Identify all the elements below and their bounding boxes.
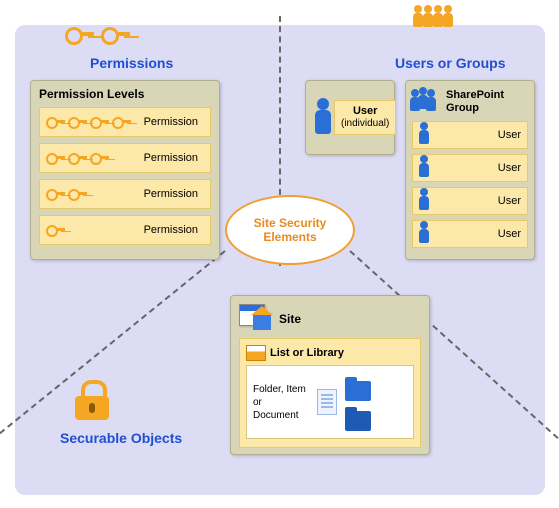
people-group-icon bbox=[412, 87, 446, 117]
folder-icon bbox=[345, 411, 371, 431]
list-icon bbox=[246, 345, 266, 361]
user-textbox: User (individual) bbox=[334, 100, 396, 135]
person-icon bbox=[417, 155, 431, 181]
permission-levels-title: Permission Levels bbox=[39, 87, 211, 101]
key-icon bbox=[46, 116, 132, 128]
folder-icon bbox=[345, 381, 371, 401]
user-title: User bbox=[341, 105, 389, 118]
folder-label: Folder, Item or Document bbox=[253, 383, 309, 422]
group-user-row: User bbox=[412, 220, 528, 248]
user-label: User bbox=[498, 195, 521, 207]
key-icon bbox=[46, 188, 88, 200]
folder-item-box: Folder, Item or Document bbox=[246, 365, 414, 439]
person-icon bbox=[417, 221, 431, 247]
permission-row: Permission bbox=[39, 143, 211, 173]
people-group-icon bbox=[415, 5, 455, 31]
permission-label: Permission bbox=[144, 152, 204, 164]
group-user-row: User bbox=[412, 154, 528, 182]
permissions-title: Permissions bbox=[90, 55, 173, 71]
site-icon bbox=[239, 304, 273, 334]
sharepoint-group-panel: SharePoint Group User User User User bbox=[405, 80, 535, 260]
key-icon bbox=[46, 152, 110, 164]
permission-label: Permission bbox=[144, 224, 204, 236]
lock-icon bbox=[75, 380, 109, 420]
permission-row: Permission bbox=[39, 215, 211, 245]
permission-label: Permission bbox=[144, 188, 204, 200]
group-user-row: User bbox=[412, 187, 528, 215]
person-icon bbox=[417, 188, 431, 214]
person-icon bbox=[312, 98, 334, 138]
list-or-library-box: List or Library Folder, Item or Document bbox=[239, 338, 421, 448]
user-label: User bbox=[498, 228, 521, 240]
person-icon bbox=[417, 122, 431, 148]
document-icon bbox=[317, 389, 337, 415]
center-label: Site Security Elements bbox=[227, 216, 353, 245]
securable-objects-title: Securable Objects bbox=[60, 430, 182, 446]
permission-row: Permission bbox=[39, 179, 211, 209]
user-subtitle: (individual) bbox=[341, 118, 389, 129]
site-label: Site bbox=[279, 304, 301, 326]
keys-icon bbox=[65, 25, 131, 43]
list-label: List or Library bbox=[270, 347, 344, 359]
site-panel: Site List or Library Folder, Item or Doc… bbox=[230, 295, 430, 455]
key-icon bbox=[46, 224, 66, 236]
center-oval: Site Security Elements bbox=[225, 195, 355, 265]
user-label: User bbox=[498, 129, 521, 141]
permission-levels-panel: Permission Levels Permission Permission … bbox=[30, 80, 220, 260]
permission-label: Permission bbox=[144, 116, 204, 128]
users-groups-title: Users or Groups bbox=[395, 55, 505, 71]
user-label: User bbox=[498, 162, 521, 174]
group-user-row: User bbox=[412, 121, 528, 149]
user-panel: User (individual) bbox=[305, 80, 395, 155]
sharepoint-group-title: SharePoint Group bbox=[446, 89, 528, 115]
permission-row: Permission bbox=[39, 107, 211, 137]
